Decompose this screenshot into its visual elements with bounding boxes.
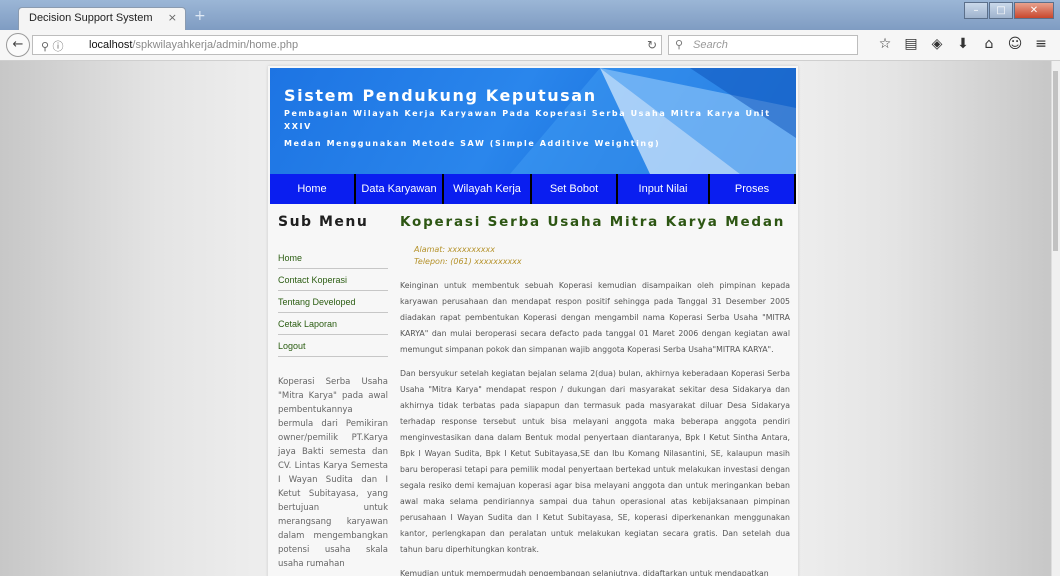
menu-data-karyawan[interactable]: Data Karyawan bbox=[356, 174, 444, 204]
tab-title: Decision Support System bbox=[29, 12, 153, 24]
site-subtitle-line: Medan Menggunakan Metode SAW (Simple Add… bbox=[284, 139, 661, 148]
reading-list-icon[interactable]: ▤ bbox=[900, 36, 922, 52]
url-text: localhost/spkwilayahkerja/admin/home.php bbox=[89, 39, 298, 51]
address-bar[interactable]: ⚲ ⓘ localhost/spkwilayahkerja/admin/home… bbox=[32, 35, 662, 55]
page-title: Koperasi Serba Usaha Mitra Karya Medan bbox=[400, 214, 786, 230]
sidebar-item-cetak-laporan[interactable]: Cetak Laporan bbox=[278, 313, 388, 335]
url-path: /spkwilayahkerja/admin/home.php bbox=[132, 39, 299, 51]
site-title: Sistem Pendukung Keputusan bbox=[284, 86, 597, 105]
menu-wilayah-kerja[interactable]: Wilayah Kerja bbox=[444, 174, 532, 204]
reload-icon[interactable]: ↻ bbox=[647, 38, 657, 52]
chat-icon[interactable]: ☺ bbox=[1004, 36, 1026, 52]
sidebar-item-contact[interactable]: Contact Koperasi bbox=[278, 269, 388, 291]
address-text: Alamat: xxxxxxxxxx bbox=[414, 245, 496, 254]
close-window-icon[interactable]: ✕ bbox=[1014, 2, 1054, 19]
phone-text: Telepon: (061) xxxxxxxxxx bbox=[414, 257, 522, 266]
sidebar-item-logout[interactable]: Logout bbox=[278, 335, 388, 357]
home-icon[interactable]: ⌂ bbox=[978, 36, 1000, 52]
sidebar-item-home[interactable]: Home bbox=[278, 247, 388, 269]
site-subtitle-line: Pembagian Wilayah Kerja Karyawan Pada Ko… bbox=[284, 109, 771, 131]
back-button[interactable]: ← bbox=[6, 33, 30, 57]
maximize-icon[interactable]: □ bbox=[989, 2, 1013, 19]
window-title-bar: Decision Support System × + – □ ✕ bbox=[0, 0, 1060, 30]
sidebar: Sub Menu Home Contact Koperasi Tentang D… bbox=[278, 214, 388, 571]
search-icon: ⚲ bbox=[675, 38, 684, 51]
sidebar-item-developed[interactable]: Tentang Developed bbox=[278, 291, 388, 313]
web-page: Sistem Pendukung Keputusan Pembagian Wil… bbox=[268, 66, 798, 576]
menu-home[interactable]: Home bbox=[270, 174, 356, 204]
star-icon[interactable]: ☆ bbox=[874, 36, 896, 52]
sidebar-description: Koperasi Serba Usaha "Mitra Karya" pada … bbox=[278, 377, 388, 569]
sidebar-title: Sub Menu bbox=[278, 214, 369, 230]
menu-icon[interactable]: ≡ bbox=[1030, 36, 1052, 52]
main-content: Koperasi Serba Usaha Mitra Karya Medan A… bbox=[400, 214, 790, 576]
new-tab-icon[interactable]: + bbox=[194, 8, 206, 24]
navigation-toolbar: ← ⚲ ⓘ localhost/spkwilayahkerja/admin/ho… bbox=[0, 30, 1060, 61]
search-input[interactable]: ⚲ Search bbox=[668, 35, 858, 55]
main-menu: Home Data Karyawan Wilayah Kerja Set Bob… bbox=[270, 174, 796, 204]
window-controls: – □ ✕ bbox=[963, 2, 1054, 19]
paragraph: Dan bersyukur setelah kegiatan bejalan s… bbox=[400, 369, 790, 554]
site-info-icon[interactable]: ⚲ ⓘ bbox=[41, 38, 64, 54]
paragraph: Kemudian untuk mempermudah pengembangan … bbox=[400, 569, 769, 576]
url-host: localhost bbox=[89, 39, 133, 51]
menu-input-nilai[interactable]: Input Nilai bbox=[618, 174, 710, 204]
menu-proses[interactable]: Proses bbox=[710, 174, 796, 204]
vertical-scrollbar[interactable] bbox=[1051, 61, 1060, 576]
scrollbar-thumb[interactable] bbox=[1053, 71, 1058, 251]
browser-tab[interactable]: Decision Support System × bbox=[18, 7, 186, 30]
pocket-icon[interactable]: ◈ bbox=[926, 36, 948, 52]
menu-set-bobot[interactable]: Set Bobot bbox=[532, 174, 618, 204]
tab-close-icon[interactable]: × bbox=[168, 11, 177, 24]
search-placeholder: Search bbox=[693, 39, 728, 51]
site-subtitle: Pembagian Wilayah Kerja Karyawan Pada Ko… bbox=[284, 107, 784, 150]
site-header: Sistem Pendukung Keputusan Pembagian Wil… bbox=[270, 68, 796, 174]
download-icon[interactable]: ⬇ bbox=[952, 36, 974, 52]
minimize-icon[interactable]: – bbox=[964, 2, 988, 19]
paragraph: Keinginan untuk membentuk sebuah Koperas… bbox=[400, 281, 790, 354]
page-viewport: Sistem Pendukung Keputusan Pembagian Wil… bbox=[0, 61, 1052, 576]
toolbar-icons: ☆ ▤ ◈ ⬇ ⌂ ☺ ≡ bbox=[874, 36, 1056, 52]
